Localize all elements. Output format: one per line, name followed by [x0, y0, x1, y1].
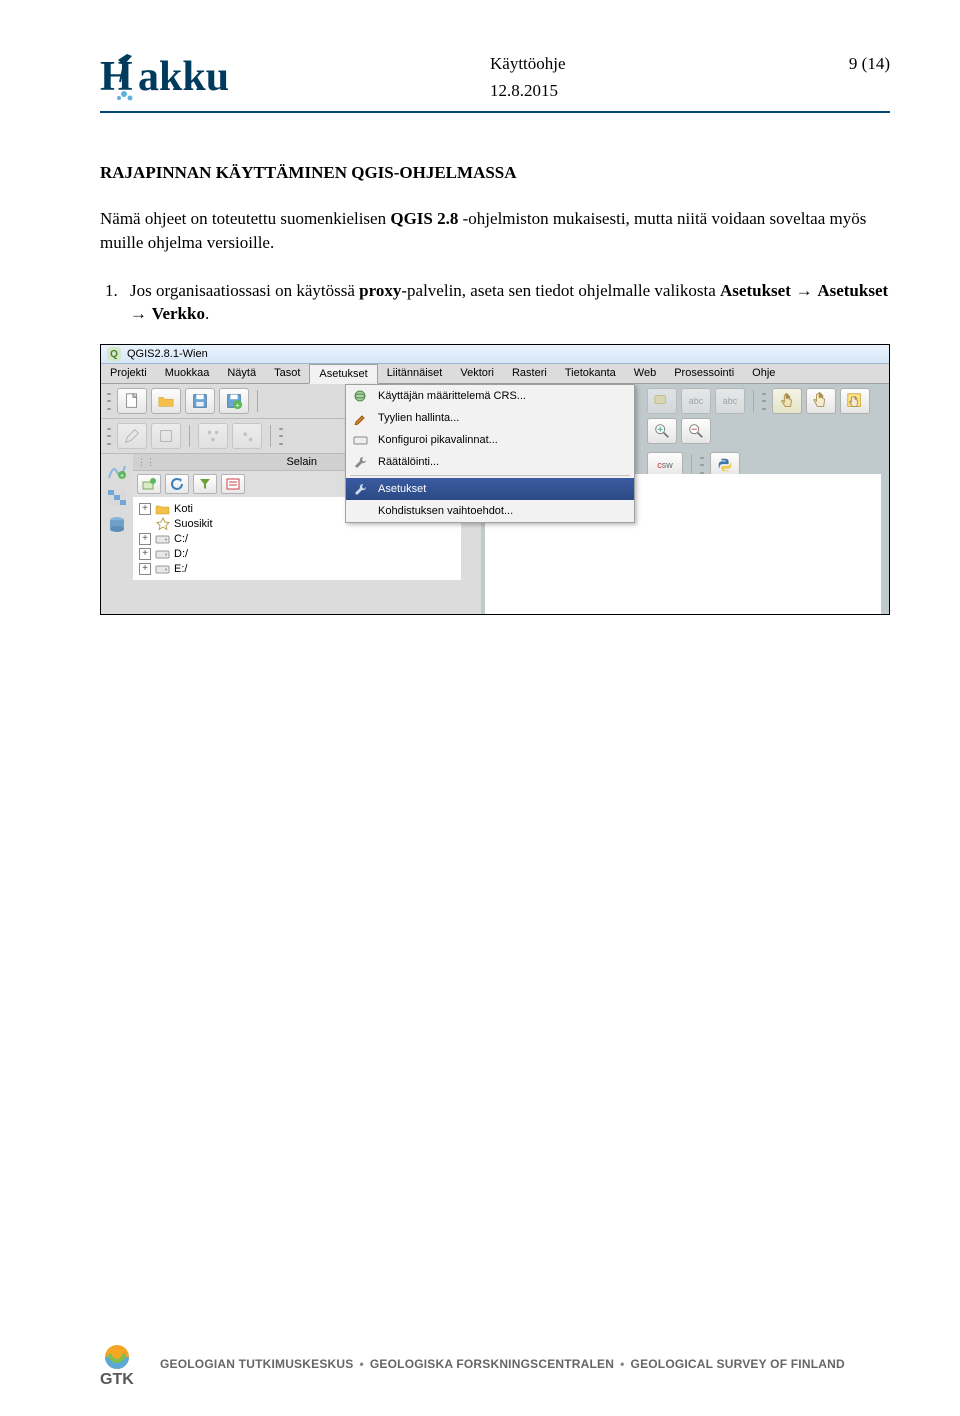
step-list: Jos organisaatiossasi on käytössä proxy-…	[122, 279, 890, 327]
menu-tasot[interactable]: Tasot	[265, 364, 309, 383]
edit-save-icon[interactable]	[151, 423, 181, 449]
menu-tietokanta[interactable]: Tietokanta	[556, 364, 625, 383]
tree-node-d[interactable]: + D:/	[139, 546, 457, 561]
saveas-icon[interactable]: +	[219, 388, 249, 414]
tree-node-c[interactable]: + C:/	[139, 531, 457, 546]
wrench-icon	[352, 454, 370, 470]
save-icon[interactable]	[185, 388, 215, 414]
menu-vektori[interactable]: Vektori	[451, 364, 503, 383]
menu-item-shortcuts[interactable]: Konfiguroi pikavalinnat...	[346, 429, 634, 451]
menu-rasteri[interactable]: Rasteri	[503, 364, 556, 383]
new-icon[interactable]	[117, 388, 147, 414]
step-1: Jos organisaatiossasi on käytössä proxy-…	[122, 279, 890, 327]
home-folder-icon	[155, 502, 170, 515]
globe-icon	[352, 388, 370, 404]
zoom-out-icon[interactable]	[681, 418, 711, 444]
open-icon[interactable]	[151, 388, 181, 414]
gtk-logo-icon: GTK	[100, 1342, 148, 1386]
header-divider	[100, 111, 890, 113]
menu-item-asetukset[interactable]: Asetukset	[346, 478, 634, 500]
menu-item-styles[interactable]: Tyylien hallinta...	[346, 407, 634, 429]
brush-icon	[352, 410, 370, 426]
nodes-icon[interactable]	[198, 423, 228, 449]
doc-date: 12.8.2015	[490, 77, 566, 104]
menu-projekti[interactable]: Projekti	[101, 364, 156, 383]
keyboard-icon	[352, 432, 370, 448]
star-icon	[155, 517, 170, 530]
add-layer-icon[interactable]	[137, 474, 161, 494]
intro-paragraph: Nämä ohjeet on toteutettu suomenkielisen…	[100, 207, 890, 255]
asetukset-dropdown: Käyttäjän määrittelemä CRS... Tyylien ha…	[345, 384, 635, 523]
menu-asetukset[interactable]: Asetukset	[309, 364, 377, 384]
settings-wrench-icon	[352, 481, 370, 497]
add-feature-icon[interactable]	[232, 423, 262, 449]
svg-text:+: +	[235, 400, 239, 409]
menu-item-snapping[interactable]: Kohdistuksen vaihtoehdot...	[346, 500, 634, 522]
qgis-icon: Q	[107, 347, 121, 361]
menu-muokkaa[interactable]: Muokkaa	[156, 364, 219, 383]
abc2-icon[interactable]: abc	[715, 388, 745, 414]
svg-text:akku: akku	[138, 54, 229, 100]
pencil-icon[interactable]	[117, 423, 147, 449]
doc-page: 9 (14)	[849, 50, 890, 104]
filter-icon[interactable]	[193, 474, 217, 494]
hakku-logo: H akku	[100, 50, 290, 105]
window-titlebar: Q QGIS2.8.1-Wien	[101, 345, 889, 364]
menu-item-customize[interactable]: Räätälöinti...	[346, 451, 634, 473]
touch-icon[interactable]	[772, 388, 802, 414]
page-footer: GTK GEOLOGIAN TUTKIMUSKESKUS•GEOLOGISKA …	[100, 1342, 890, 1386]
drive-icon	[155, 547, 170, 560]
pan-icon[interactable]	[806, 388, 836, 414]
menu-prosessointi[interactable]: Prosessointi	[665, 364, 743, 383]
svg-text:+: +	[120, 473, 124, 480]
svg-text:H: H	[100, 54, 133, 100]
menu-web[interactable]: Web	[625, 364, 665, 383]
label-icon[interactable]	[647, 388, 677, 414]
drive-icon	[155, 562, 170, 575]
menu-item-crs[interactable]: Käyttäjän määrittelemä CRS...	[346, 385, 634, 407]
pan-selection-icon[interactable]	[840, 388, 870, 414]
qgis-screenshot: Q QGIS2.8.1-Wien Projekti Muokkaa Näytä …	[100, 344, 890, 615]
tree-node-e[interactable]: + E:/	[139, 561, 457, 576]
collapse-icon[interactable]	[221, 474, 245, 494]
menu-liitannaiset[interactable]: Liitännäiset	[378, 364, 452, 383]
menubar: Projekti Muokkaa Näytä Tasot Asetukset L…	[101, 364, 889, 384]
window-title: QGIS2.8.1-Wien	[127, 348, 208, 360]
menu-ohje[interactable]: Ohje	[743, 364, 784, 383]
abc-icon[interactable]: abc	[681, 388, 711, 414]
drive-icon	[155, 532, 170, 545]
pixelate-icon[interactable]	[103, 486, 131, 510]
doc-title: Käyttöohje	[490, 50, 566, 77]
db-icon[interactable]	[103, 513, 131, 537]
section-heading: RAJAPINNAN KÄYTTÄMINEN QGIS-OHJELMASSA	[100, 163, 890, 183]
menu-nayta[interactable]: Näytä	[218, 364, 265, 383]
zoom-in-icon[interactable]	[647, 418, 677, 444]
refresh-icon[interactable]	[165, 474, 189, 494]
svg-text:GTK: GTK	[100, 1371, 134, 1386]
identify-icon[interactable]: +	[103, 459, 131, 483]
